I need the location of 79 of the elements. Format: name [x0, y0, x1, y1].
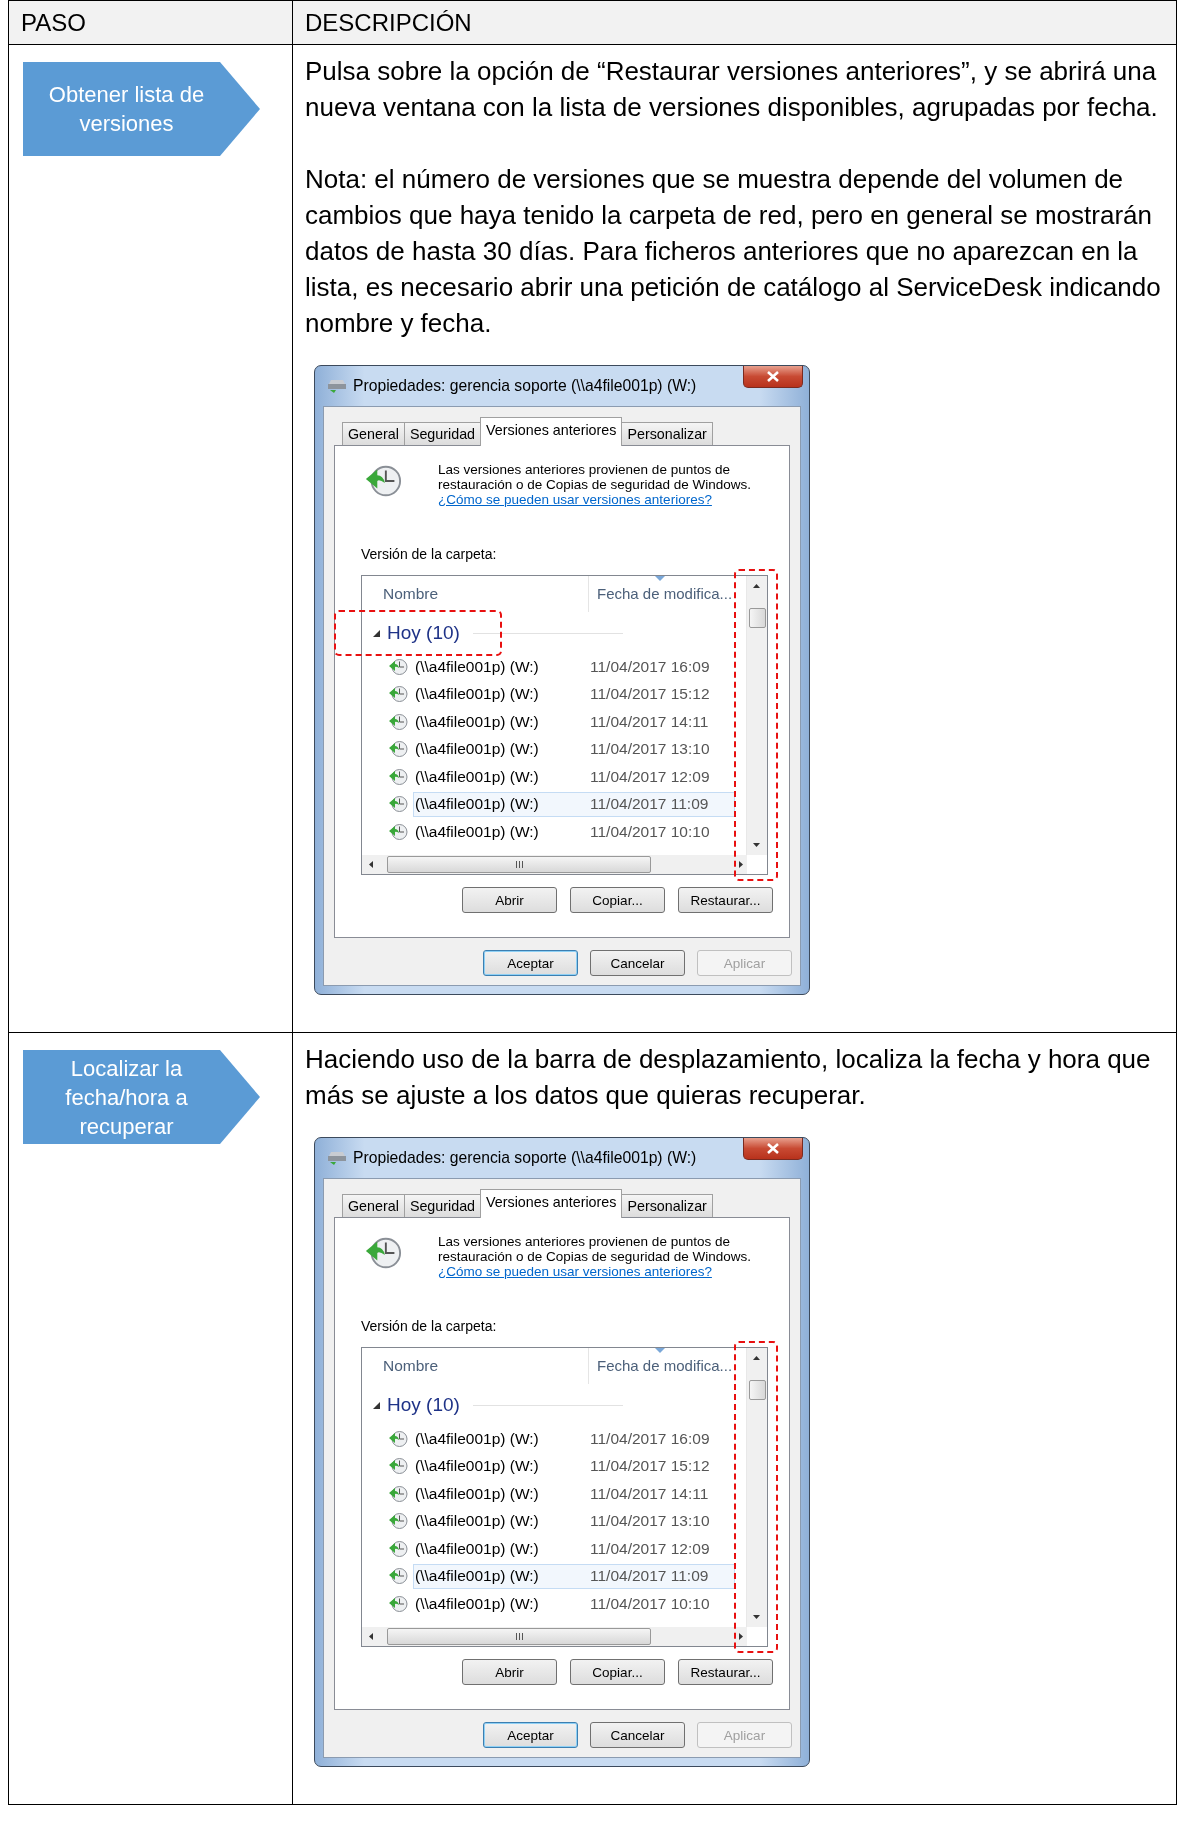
- dialog-button[interactable]: Aceptar: [483, 950, 578, 976]
- scroll-up-icon: [753, 1356, 760, 1360]
- description-text: Pulsa sobre la opción de “Restaurar versiones anteriores”, y se abrirá una nueva ventana con la lista de versiones disponibles, agrupadas por fecha.: [305, 55, 1159, 124]
- version-row[interactable]: (\\a4file001p) (W:) 11/04/2017 15:12: [413, 681, 735, 707]
- step-label: Obtener lista de versiones: [47, 81, 206, 138]
- action-button[interactable]: Abrir: [462, 887, 557, 913]
- vertical-scrollbar[interactable]: [746, 576, 767, 855]
- folder-version-label: Versión de la carpeta:: [361, 1318, 498, 1334]
- tab[interactable]: Versiones anteriores: [480, 417, 623, 446]
- version-row[interactable]: (\\a4file001p) (W:) 11/04/2017 15:12: [413, 1453, 735, 1479]
- close-button[interactable]: [743, 1138, 803, 1160]
- group-header[interactable]: Hoy (10): [362, 612, 767, 654]
- tab[interactable]: General: [342, 422, 405, 445]
- drive-icon: [327, 1151, 347, 1165]
- scroll-thumb[interactable]: [749, 1380, 766, 1400]
- info-text: Las versiones anteriores provienen de puntos de restauración o de Copias de seguridad de Windows.: [438, 462, 752, 492]
- help-link[interactable]: ¿Cómo se pueden usar versiones anteriores?: [438, 1264, 712, 1279]
- step-label: Localizar la fecha/hora a recuperar: [64, 1054, 189, 1141]
- horizontal-scrollbar[interactable]: [362, 855, 747, 874]
- scroll-right-icon: [739, 1633, 743, 1640]
- column-header[interactable]: Fecha de modifica...: [589, 1348, 733, 1384]
- scroll-down-icon: [753, 1615, 760, 1619]
- drive-icon: [327, 379, 347, 393]
- version-row[interactable]: (\\a4file001p) (W:) 11/04/2017 12:09: [413, 764, 735, 790]
- version-row[interactable]: (\\a4file001p) (W:) 11/04/2017 16:09: [413, 654, 735, 680]
- column-heading: PASO: [21, 9, 86, 36]
- version-row[interactable]: (\\a4file001p) (W:) 11/04/2017 16:09: [413, 1426, 735, 1452]
- version-row[interactable]: (\\a4file001p) (W:) 11/04/2017 11:09: [413, 791, 735, 817]
- action-button[interactable]: Restaurar...: [678, 1659, 773, 1685]
- scroll-right-icon: [739, 861, 743, 868]
- scroll-left-icon: [369, 1633, 373, 1640]
- column-header[interactable]: Fecha de modifica...: [589, 576, 733, 612]
- info-text: Las versiones anteriores provienen de puntos de restauración o de Copias de seguridad de Windows.: [438, 1234, 752, 1264]
- version-row[interactable]: (\\a4file001p) (W:) 11/04/2017 11:09: [413, 1563, 735, 1589]
- tab[interactable]: Personalizar: [621, 422, 713, 445]
- column-heading: DESCRIPCIÓN: [305, 9, 472, 36]
- version-row[interactable]: (\\a4file001p) (W:) 11/04/2017 10:10: [413, 1591, 735, 1617]
- column-header[interactable]: Nombre: [362, 576, 589, 612]
- tab[interactable]: Seguridad: [403, 422, 482, 445]
- group-header[interactable]: Hoy (10): [362, 1384, 767, 1426]
- dialog-button[interactable]: Cancelar: [590, 950, 685, 976]
- description-text: Nota: el número de versiones que se muestra depende del volumen de cambios que haya tenido la carpeta de red, pero en general se mostrarán datos de hasta 30 días. Para ficheros anteriores que no aparezcan en la lista, es necesario abrir una petición de catálogo al ServiceDesk indicando nombre y fecha.: [305, 163, 1162, 340]
- window-title: Propiedades: gerencia soporte (\\a4file001p) (W:): [353, 377, 697, 395]
- close-button[interactable]: [743, 366, 803, 388]
- close-icon: [767, 1143, 779, 1154]
- dialog-button[interactable]: Cancelar: [590, 1722, 685, 1748]
- action-button[interactable]: Abrir: [462, 1659, 557, 1685]
- scroll-thumb[interactable]: [387, 856, 651, 873]
- version-row[interactable]: (\\a4file001p) (W:) 11/04/2017 13:10: [413, 1508, 735, 1534]
- scroll-left-icon: [369, 861, 373, 868]
- close-icon: [767, 371, 779, 382]
- collapse-icon: [373, 629, 380, 637]
- window-title: Propiedades: gerencia soporte (\\a4file001p) (W:): [353, 1149, 697, 1167]
- action-button[interactable]: Copiar...: [570, 1659, 665, 1685]
- action-button[interactable]: Copiar...: [570, 887, 665, 913]
- version-row[interactable]: (\\a4file001p) (W:) 11/04/2017 13:10: [413, 736, 735, 762]
- action-button[interactable]: Restaurar...: [678, 887, 773, 913]
- scroll-down-icon: [753, 843, 760, 847]
- version-row[interactable]: (\\a4file001p) (W:) 11/04/2017 10:10: [413, 819, 735, 845]
- version-row[interactable]: (\\a4file001p) (W:) 11/04/2017 14:11: [413, 1481, 735, 1507]
- help-link[interactable]: ¿Cómo se pueden usar versiones anteriores?: [438, 492, 712, 507]
- grip-icon: [515, 861, 523, 868]
- tab[interactable]: Seguridad: [403, 1194, 482, 1217]
- scroll-thumb[interactable]: [749, 608, 766, 628]
- folder-version-label: Versión de la carpeta:: [361, 546, 498, 562]
- horizontal-scrollbar[interactable]: [362, 1627, 747, 1646]
- tab[interactable]: Personalizar: [621, 1194, 713, 1217]
- scroll-up-icon: [753, 584, 760, 588]
- version-row[interactable]: (\\a4file001p) (W:) 11/04/2017 12:09: [413, 1536, 735, 1562]
- collapse-icon: [373, 1401, 380, 1409]
- vertical-scrollbar[interactable]: [746, 1348, 767, 1627]
- dialog-button[interactable]: Aceptar: [483, 1722, 578, 1748]
- description-text: Haciendo uso de la barra de desplazamiento, localiza la fecha y hora que más se ajuste a los datos que quieras recuperar.: [305, 1043, 1152, 1112]
- tab[interactable]: General: [342, 1194, 405, 1217]
- column-header[interactable]: Nombre: [362, 1348, 589, 1384]
- tab[interactable]: Versiones anteriores: [480, 1189, 623, 1218]
- grip-icon: [515, 1633, 523, 1640]
- version-row[interactable]: (\\a4file001p) (W:) 11/04/2017 14:11: [413, 709, 735, 735]
- scroll-thumb[interactable]: [387, 1628, 651, 1645]
